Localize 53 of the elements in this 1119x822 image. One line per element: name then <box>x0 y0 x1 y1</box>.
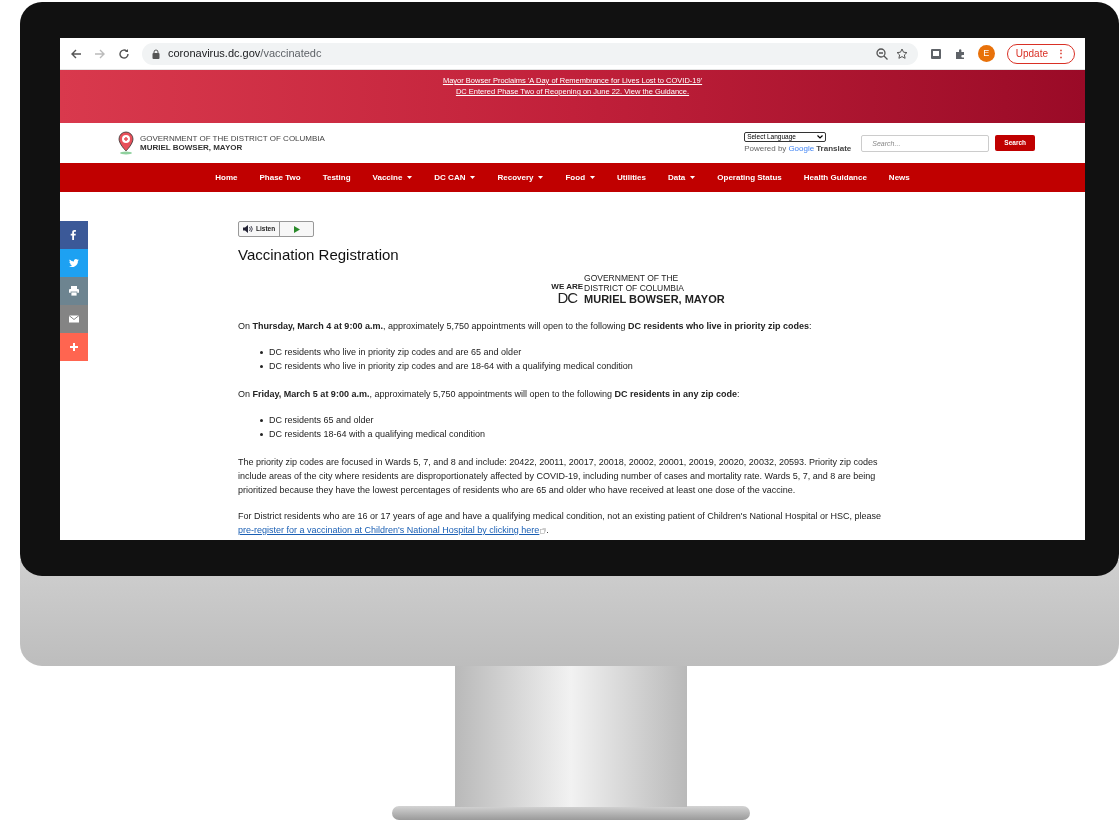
list-item: DC residents 65 and older <box>260 413 888 427</box>
translate-credit: Powered by Google Translate <box>744 142 852 155</box>
page-title: Vaccination Registration <box>238 245 400 265</box>
caret-down-icon <box>407 176 413 179</box>
nav-link[interactable]: Home <box>215 171 238 184</box>
caret-down-icon <box>690 176 696 179</box>
nav-link[interactable]: Food <box>565 171 596 184</box>
body-paragraph: On Thursday, March 4 at 9:00 a.m., approximately 5,750 appointments will open to the following DC residents who live in priority zip codes: <box>238 320 813 333</box>
chevron-down-icon <box>817 134 824 139</box>
nav-link[interactable]: Vaccine <box>372 171 413 184</box>
caret-down-icon <box>470 176 476 179</box>
nav-link[interactable]: Data <box>667 171 696 184</box>
speaker-icon <box>243 225 253 233</box>
star-icon[interactable] <box>895 47 908 60</box>
share-button[interactable] <box>60 277 88 305</box>
share-button[interactable] <box>60 333 88 361</box>
registration-link[interactable]: pre-register for a vaccination at Children's National Hospital by clicking here <box>238 525 540 535</box>
list-item: DC residents who live in priority zip codes and are 18-64 with a qualifying medical condition <box>260 359 888 373</box>
external-link-icon <box>540 527 547 534</box>
back-icon[interactable] <box>70 47 82 60</box>
envelope-icon <box>68 313 80 325</box>
nav-link[interactable]: Phase Two <box>259 171 301 184</box>
nav-link[interactable]: Testing <box>322 171 351 184</box>
nav-link[interactable]: Health Guidance <box>803 171 867 184</box>
body-paragraph: On Friday, March 5 at 9:00 a.m., approximately 5,750 appointments will open to the following DC residents in any zip code: <box>238 388 741 401</box>
logo-title: MURIEL BOWSER, MAYOR <box>140 143 244 152</box>
nav-link[interactable]: Utilities <box>617 171 646 184</box>
share-button[interactable] <box>60 249 88 277</box>
reload-icon[interactable] <box>118 47 130 60</box>
body-paragraph: For District residents who are 16 or 17 years of age and have a qualifying medical condition, not an existing patient of Children's National Hospital or HSC, please pre-register for a vaccination at Children's National Hospital by clicking here . <box>238 510 883 537</box>
nav-link[interactable]: Operating Status <box>717 171 782 184</box>
play-icon <box>293 225 300 233</box>
list-item: DC residents who live in priority zip codes and are 65 and older <box>260 345 888 359</box>
extension-icon[interactable] <box>929 47 942 60</box>
address-bar[interactable]: coronavirus.dc.gov/vaccinatedc <box>142 42 918 65</box>
body-paragraph: The priority zip codes are focused in Wards 5, 7, and 8 and include: 20422, 20011, 20017, 20018, 20002, 20001, 20019, 20020, 20032, 20593. Priority zip codes include areas of the city where residents are disproportionately affected by COVID-19, including number of cases and mortality rate. Wards 5, 7, and 8 are being prioritized because they have the lowest percentages of residents who are 65 and older who have received at least one dose of the vaccine. <box>238 456 879 497</box>
zoom-out-icon[interactable] <box>875 47 888 60</box>
puzzle-icon[interactable] <box>953 47 966 60</box>
share-button[interactable] <box>60 305 88 333</box>
url-text: coronavirus.dc.gov/vaccinatedc <box>168 46 323 62</box>
plus-icon <box>68 341 80 353</box>
list-item: DC residents 18-64 with a qualifying medical condition <box>260 427 888 441</box>
map-pin-logo-icon <box>118 131 134 155</box>
lock-icon <box>152 48 160 59</box>
share-button[interactable] <box>60 221 88 249</box>
nav-link[interactable]: Recovery <box>497 171 544 184</box>
print-icon <box>68 285 80 297</box>
nav-link[interactable]: News <box>888 171 910 184</box>
nav-link[interactable]: DC CAN <box>434 171 476 184</box>
caret-down-icon <box>590 176 596 179</box>
logo-caption: GOVERNMENT OF THE DISTRICT OF COLUMBIA <box>140 134 325 143</box>
bird-icon <box>68 257 80 269</box>
caret-down-icon <box>538 176 544 179</box>
